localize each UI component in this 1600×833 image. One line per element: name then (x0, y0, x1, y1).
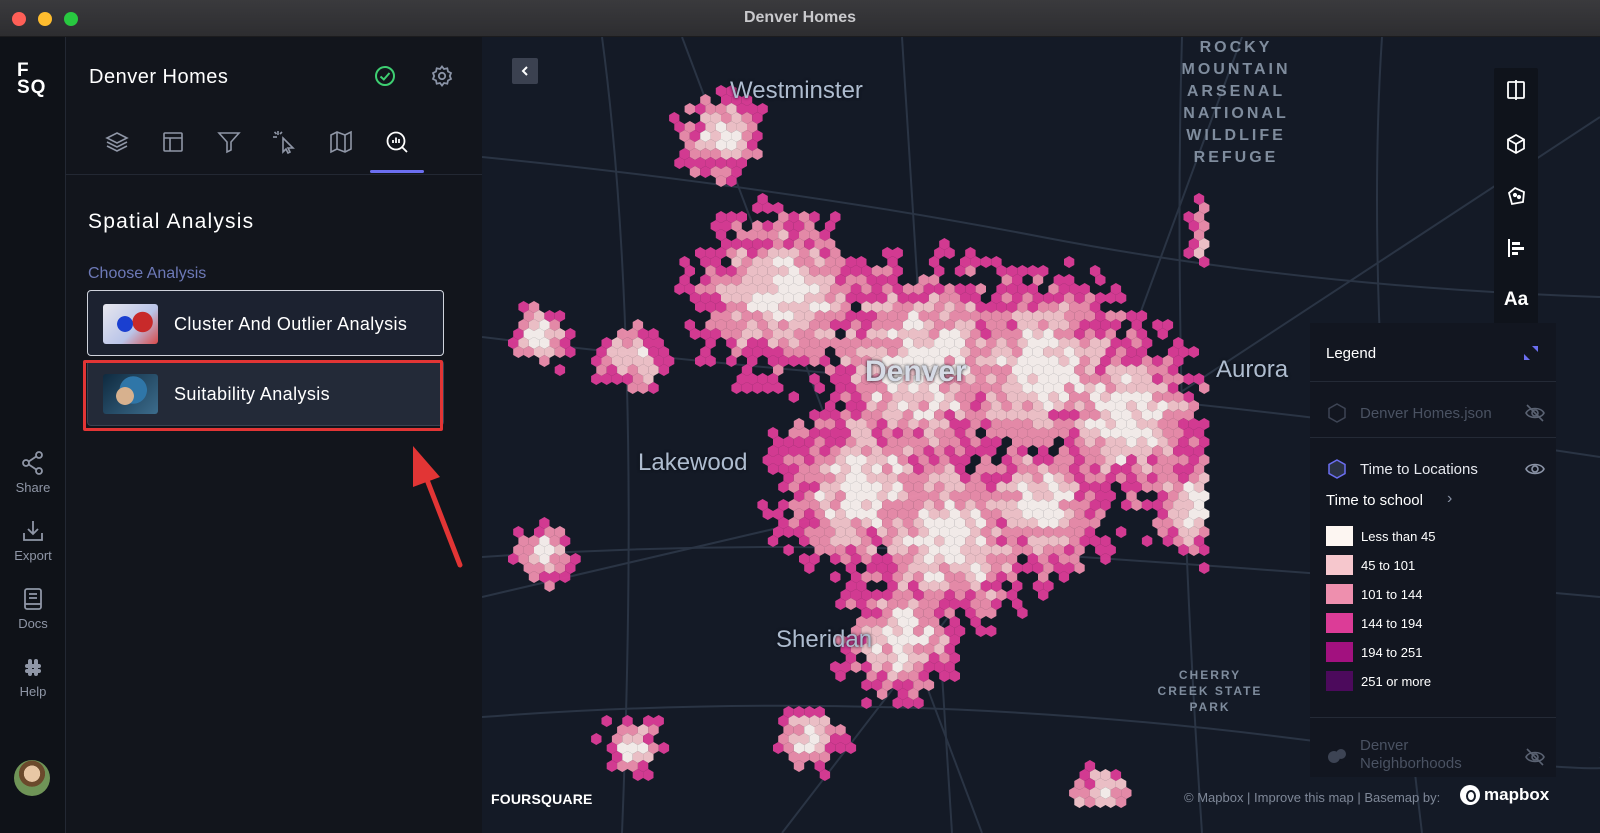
map-view[interactable]: Westminster Denver Aurora Lakewood Sheri… (482, 37, 1600, 833)
map-attribution[interactable]: © Mapbox | Improve this map | Basemap by… (1184, 790, 1440, 805)
legend-divider (1310, 381, 1556, 382)
eye-off-icon[interactable] (1524, 403, 1546, 423)
legend-item-label: Less than 45 (1361, 529, 1436, 544)
chevron-right-icon[interactable]: › (1447, 490, 1452, 508)
collapse-panel-button[interactable] (512, 58, 538, 84)
chevron-left-icon (521, 66, 528, 76)
legend-item-label: 45 to 101 (1361, 558, 1416, 573)
draw-button[interactable] (1494, 176, 1538, 216)
legend-panel: Legend Denver Homes.json Time to Locatio… (1310, 323, 1556, 777)
park-label-cherry-creek: CHERRY CREEK STATE PARK (1150, 667, 1270, 715)
hexbin-layer-icon (1328, 459, 1346, 479)
legend-title: Legend (1326, 345, 1377, 362)
legend-field-name: Time to school (1326, 492, 1423, 509)
hexbin-layer-icon (1328, 403, 1346, 423)
park-line: ROCKY (1199, 39, 1273, 56)
3d-cube-icon (1507, 133, 1525, 155)
polygon-layer-icon (1328, 749, 1346, 763)
split-map-icon (1507, 80, 1525, 100)
city-label-lakewood: Lakewood (638, 449, 748, 476)
park-line: MOUNTAIN (1181, 61, 1291, 78)
park-line: NATIONAL (1183, 105, 1289, 122)
legend-layer-denver-homes[interactable]: Denver Homes.json (1326, 401, 1548, 425)
legend-item-label: 251 or more (1361, 674, 1432, 689)
park-line: CREEK STATE (1157, 684, 1263, 698)
text-label-button[interactable]: Aa (1494, 280, 1538, 320)
city-label-denver: Denver (865, 355, 967, 388)
city-label-sheridan: Sheridan (776, 626, 873, 653)
draw-icon (1507, 186, 1525, 206)
3d-view-button[interactable] (1494, 124, 1538, 164)
split-map-button[interactable] (1494, 70, 1538, 110)
legend-swatch (1326, 555, 1353, 575)
legend-button[interactable] (1494, 228, 1538, 268)
mapbox-logo[interactable]: mapbox (1460, 785, 1549, 805)
legend-layer-denver-neighborhoods[interactable]: Denver Neighborhoods (1326, 737, 1548, 777)
legend-layer-time-to-locations[interactable]: Time to Locations (1326, 457, 1548, 481)
park-label-rocky-mountain-arsenal: ROCKY MOUNTAIN ARSENAL NATIONAL WILDLIFE… (1166, 37, 1306, 169)
park-line: CHERRY (1178, 668, 1242, 682)
legend-divider (1310, 717, 1556, 718)
legend-collapse-button[interactable] (1522, 344, 1540, 367)
city-label-westminster: Westminster (730, 77, 863, 104)
park-line: REFUGE (1193, 149, 1279, 166)
legend-swatch (1326, 642, 1353, 662)
eye-off-icon[interactable] (1524, 747, 1546, 767)
legend-icon (1508, 239, 1524, 257)
legend-item-label: 144 to 194 (1361, 616, 1423, 631)
park-line: WILDLIFE (1186, 127, 1286, 144)
eye-icon[interactable] (1524, 459, 1546, 479)
legend-swatch (1326, 526, 1353, 546)
mapbox-label: mapbox (1484, 785, 1550, 804)
city-label-aurora: Aurora (1216, 356, 1289, 383)
map-toolbar: Aa (1494, 68, 1538, 328)
mapbox-icon (1460, 785, 1480, 805)
legend-swatch (1326, 613, 1353, 633)
legend-swatch (1326, 671, 1353, 691)
legend-swatch (1326, 584, 1353, 604)
collapse-icon (1524, 346, 1538, 360)
layer-name: Time to Locations (1360, 461, 1478, 478)
layer-name: Denver Neighborhoods (1360, 737, 1462, 772)
legend-item-label: 194 to 251 (1361, 645, 1423, 660)
park-line: ARSENAL (1186, 83, 1286, 100)
layer-name: Denver Homes.json (1360, 405, 1492, 422)
legend-divider (1310, 437, 1556, 438)
legend-item-label: 101 to 144 (1361, 587, 1423, 602)
park-line: PARK (1189, 700, 1231, 714)
foursquare-attribution: FOURSQUARE (491, 791, 593, 807)
